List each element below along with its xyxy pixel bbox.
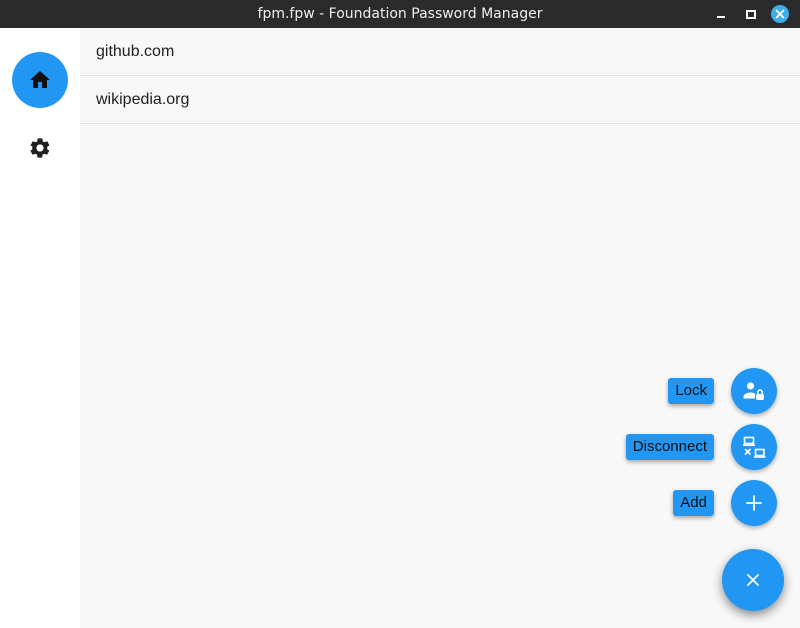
home-icon <box>30 71 50 88</box>
list-item[interactable]: wikipedia.org <box>80 76 800 124</box>
close-icon <box>775 9 785 19</box>
maximize-button[interactable] <box>742 5 760 23</box>
entry-label: github.com <box>96 43 175 60</box>
minimize-button[interactable] <box>712 5 730 23</box>
person-lock-icon <box>743 382 764 400</box>
entry-list: github.com wikipedia.org <box>80 28 800 628</box>
window-close-button[interactable] <box>771 5 789 23</box>
navigation-rail <box>0 28 80 628</box>
lock-action-label[interactable]: Lock <box>668 378 714 404</box>
app-window: fpm.fpw - Foundation Password Manager gi… <box>0 0 800 628</box>
list-item[interactable]: github.com <box>80 28 800 76</box>
close-icon <box>747 574 759 586</box>
lock-button[interactable] <box>731 368 777 414</box>
nav-settings[interactable] <box>12 120 68 176</box>
disconnect-button[interactable] <box>731 424 777 470</box>
disconnect-action-label[interactable]: Disconnect <box>625 434 714 460</box>
network-disconnect-icon <box>743 436 766 458</box>
add-action-label[interactable]: Add <box>673 490 714 516</box>
title-bar[interactable]: fpm.fpw - Foundation Password Manager <box>0 0 800 28</box>
window-title: fpm.fpw - Foundation Password Manager <box>257 6 543 22</box>
plus-icon <box>746 495 762 511</box>
add-button[interactable] <box>731 480 777 526</box>
speed-dial-toggle-button[interactable] <box>722 549 784 611</box>
nav-home[interactable] <box>12 52 68 108</box>
gear-icon <box>30 138 50 158</box>
entry-label: wikipedia.org <box>96 91 190 108</box>
